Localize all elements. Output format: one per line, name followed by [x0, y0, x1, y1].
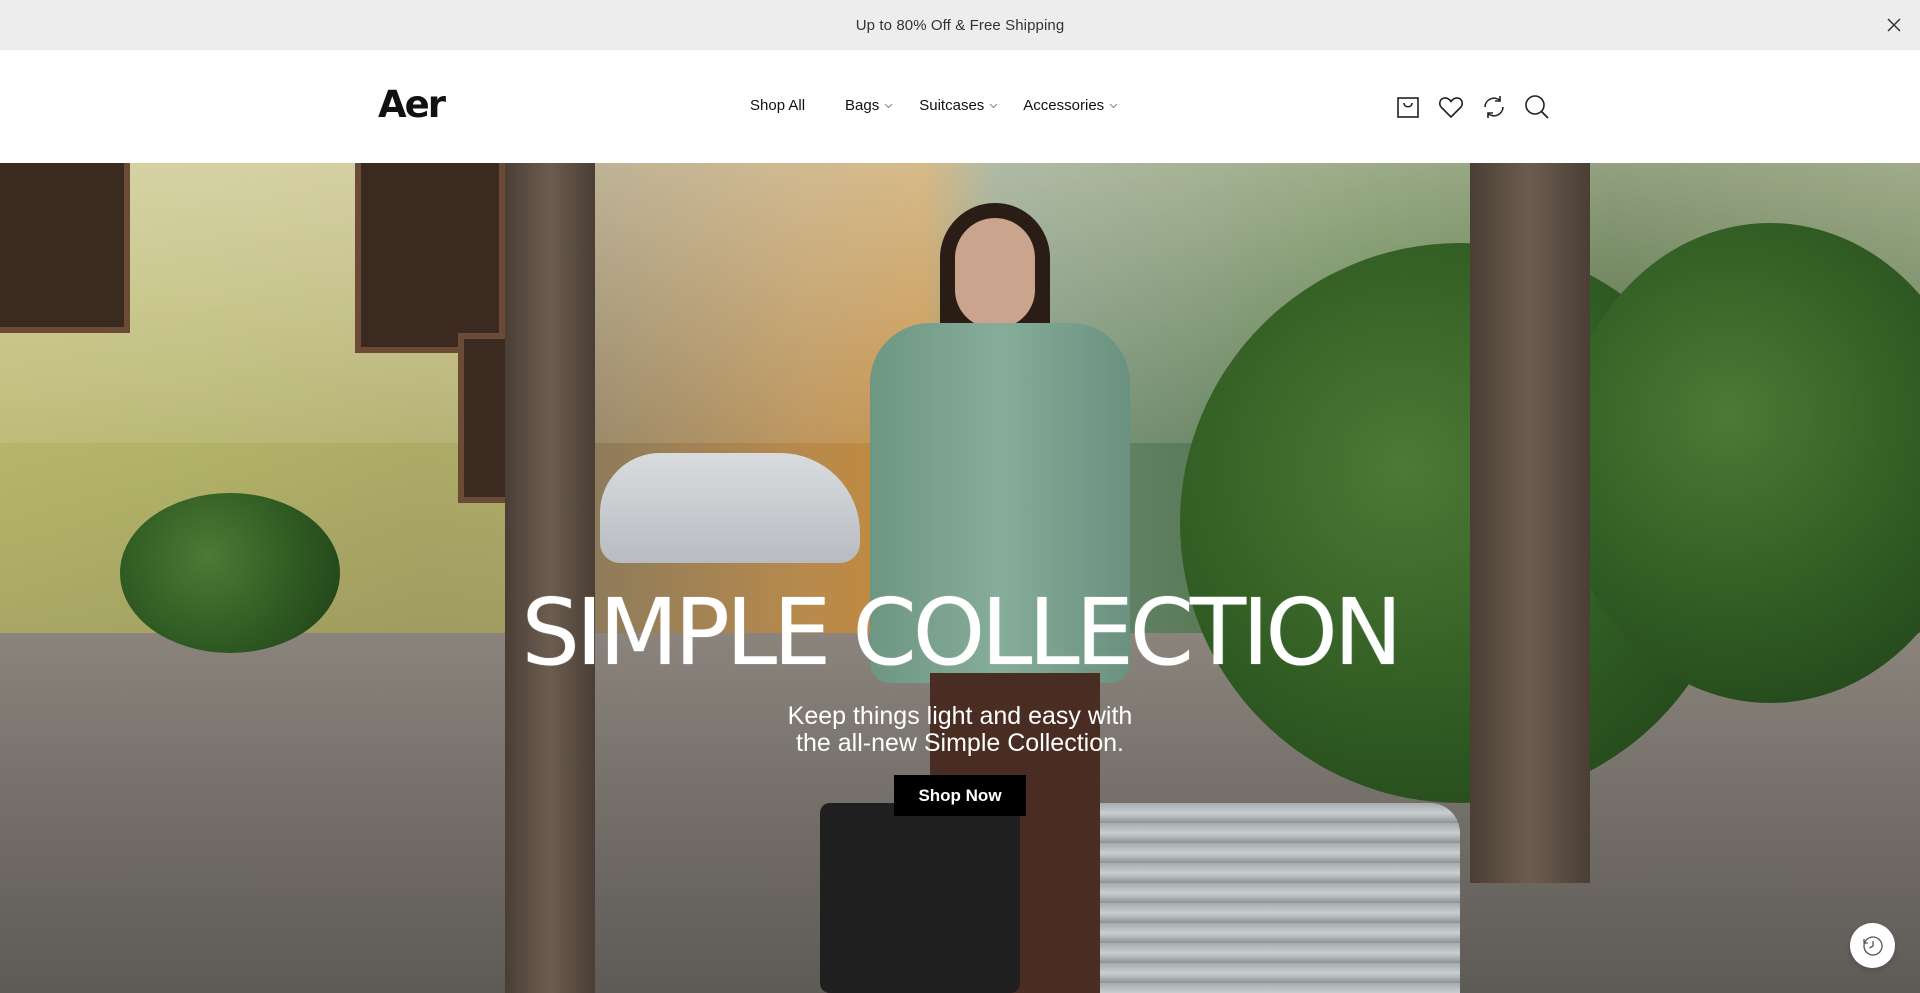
search-button[interactable] — [1523, 93, 1551, 121]
heart-icon — [1439, 97, 1463, 119]
main-nav: Shop All Bags Suitcases Accessories — [750, 97, 1118, 114]
hero-subtitle-line-2: the all-new Simple Collection. — [796, 729, 1124, 757]
hero-content: SIMPLE COLLECTION Keep things light and … — [0, 163, 1920, 993]
nav-accessories[interactable]: Accessories — [1023, 97, 1118, 114]
chevron-down-icon — [884, 103, 893, 109]
chevron-down-icon — [989, 103, 998, 109]
site-header: Aer Shop All Bags Suitcases Accessories — [0, 50, 1920, 163]
aer-logo[interactable]: Aer — [378, 86, 446, 123]
nav-accessories-label: Accessories — [1023, 97, 1105, 114]
nav-bags[interactable]: Bags — [845, 97, 893, 114]
nav-shop-all[interactable]: Shop All — [750, 97, 805, 114]
wishlist-button[interactable] — [1437, 93, 1465, 121]
header-icons — [1394, 93, 1551, 121]
history-icon — [1862, 935, 1883, 956]
hero-banner: SIMPLE COLLECTION Keep things light and … — [0, 163, 1920, 993]
announcement-close-button[interactable] — [1882, 13, 1906, 37]
nav-shop-all-label: Shop All — [750, 97, 806, 114]
nav-suitcases[interactable]: Suitcases — [919, 97, 998, 114]
hero-subtitle-line-1: Keep things light and easy with — [787, 702, 1133, 730]
announcement-text: Up to 80% Off & Free Shipping — [855, 16, 1065, 34]
cart-icon — [1397, 97, 1419, 118]
recently-viewed-button[interactable] — [1850, 923, 1895, 968]
cart-button[interactable] — [1394, 93, 1422, 121]
recent-button[interactable] — [1480, 93, 1508, 121]
shop-now-button[interactable]: Shop Now — [894, 775, 1026, 816]
close-icon — [1887, 18, 1901, 32]
hero-subtitle: Keep things light and easy with the all-… — [0, 703, 1920, 757]
chevron-down-icon — [1109, 103, 1118, 109]
nav-suitcases-label: Suitcases — [919, 97, 985, 114]
refresh-icon — [1484, 96, 1504, 118]
nav-bags-label: Bags — [845, 97, 880, 114]
search-icon — [1525, 95, 1549, 119]
hero-title: SIMPLE COLLECTION — [521, 579, 1402, 686]
announcement-bar: Up to 80% Off & Free Shipping — [0, 0, 1920, 50]
